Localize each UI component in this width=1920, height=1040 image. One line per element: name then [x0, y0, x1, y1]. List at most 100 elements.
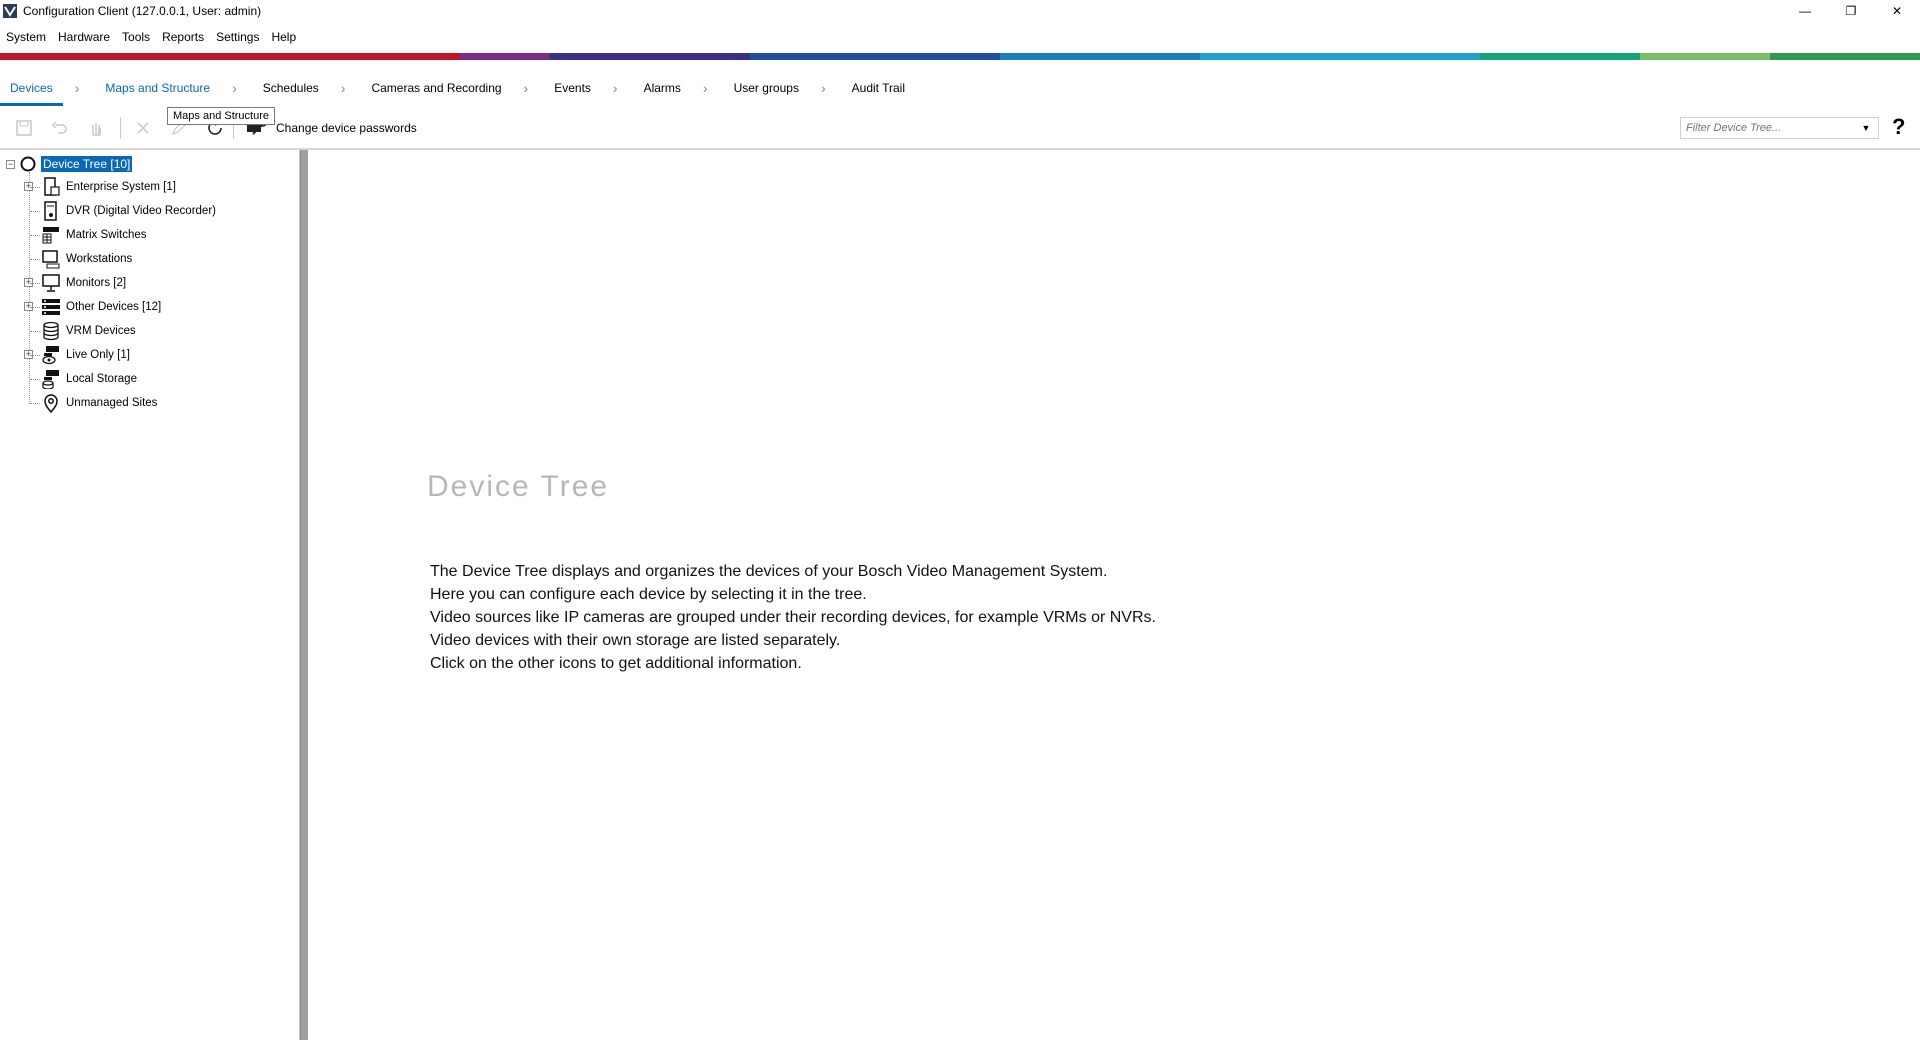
device-tree-icon: [20, 156, 36, 172]
close-button[interactable]: ✕: [1874, 0, 1920, 22]
brand-color-stripe: [0, 53, 1920, 60]
restore-button[interactable]: ❐: [1828, 0, 1874, 22]
enterprise-system-icon: [40, 176, 62, 198]
description-line: Click on the other icons to get addition…: [430, 655, 802, 672]
tree-connector: [30, 187, 40, 188]
save-icon: [16, 120, 32, 136]
tree-node-dvr[interactable]: DVR (Digital Video Recorder): [24, 199, 216, 223]
filter-device-tree[interactable]: ▼: [1680, 117, 1879, 139]
other-devices-icon: [40, 296, 62, 318]
description-line: The Device Tree displays and organizes t…: [430, 563, 1108, 580]
workstation-icon: [40, 248, 62, 270]
tab-events[interactable]: Events: [544, 70, 601, 106]
tab-label: Alarms: [643, 81, 681, 95]
menu-reports[interactable]: Reports: [156, 27, 210, 47]
tree-node-label: Live Only [1]: [66, 349, 130, 361]
workflow-tabs: Devices › Maps and Structure › Schedules…: [0, 70, 1920, 106]
minimize-button[interactable]: —: [1782, 0, 1828, 22]
tab-label: Audit Trail: [851, 81, 905, 95]
tree-connector: [30, 235, 40, 236]
tab-label: Cameras and Recording: [371, 81, 502, 95]
tab-maps-and-structure[interactable]: Maps and Structure: [95, 70, 220, 106]
restore-icon: ❐: [1845, 4, 1857, 18]
chevron-right-icon: ›: [820, 80, 826, 96]
vrm-devices-icon: [40, 320, 62, 342]
toolbar-divider: [120, 117, 121, 139]
filter-input[interactable]: [1681, 122, 1856, 134]
collapse-icon[interactable]: −: [6, 159, 15, 169]
matrix-switch-icon: [40, 224, 62, 246]
description-line: Video devices with their own storage are…: [430, 632, 841, 649]
tree-node-local-storage[interactable]: Local Storage: [24, 367, 137, 391]
tree-node-unmanaged-sites[interactable]: Unmanaged Sites: [24, 391, 157, 415]
tree-node-matrix-switches[interactable]: Matrix Switches: [24, 223, 147, 247]
tab-label: Schedules: [262, 81, 319, 95]
hand-icon: [92, 123, 101, 136]
tab-label: Devices: [10, 81, 53, 95]
stripe-segment: [460, 53, 550, 60]
tree-root[interactable]: − Device Tree [10]: [6, 155, 133, 173]
stripe-segment: [1200, 53, 1480, 60]
menu-settings[interactable]: Settings: [210, 27, 265, 47]
close-icon: ✕: [1891, 4, 1903, 18]
tree-connector: [30, 331, 40, 332]
tree-node-label: Enterprise System [1]: [66, 181, 176, 193]
change-passwords-label[interactable]: Change device passwords: [276, 121, 417, 135]
content-title: Device Tree: [427, 470, 610, 503]
tree-node-enterprise-system[interactable]: + Enterprise System [1]: [24, 175, 176, 199]
menu-hardware[interactable]: Hardware: [52, 27, 116, 47]
tab-user-groups[interactable]: User groups: [724, 70, 809, 106]
tree-root-label: Device Tree [10]: [41, 156, 133, 172]
dropdown-arrow-icon[interactable]: ▼: [1856, 123, 1876, 133]
stripe-segment: [1770, 53, 1920, 60]
tab-audit-trail[interactable]: Audit Trail: [842, 70, 915, 106]
chevron-right-icon: ›: [523, 80, 529, 96]
tab-label: User groups: [733, 81, 799, 95]
chevron-right-icon: ›: [74, 80, 80, 96]
unmanaged-sites-icon: [40, 392, 62, 414]
tab-alarms[interactable]: Alarms: [634, 70, 691, 106]
minimize-icon: —: [1799, 4, 1811, 18]
tree-connector: [30, 211, 40, 212]
tree-node-label: Monitors [2]: [66, 277, 127, 289]
tab-cameras-and-recording[interactable]: Cameras and Recording: [361, 70, 511, 106]
stripe-segment: [750, 53, 1000, 60]
tree-node-label: Matrix Switches: [66, 229, 147, 241]
tooltip: Maps and Structure: [167, 107, 275, 125]
stripe-segment: [550, 53, 750, 60]
menu-system[interactable]: System: [0, 27, 52, 47]
stripe-segment: [1480, 53, 1640, 60]
tree-node-workstations[interactable]: Workstations: [24, 247, 132, 271]
tree-connector: [30, 355, 40, 356]
stripe-segment: [1640, 53, 1770, 60]
tree-node-label: DVR (Digital Video Recorder): [66, 205, 216, 217]
tab-schedules[interactable]: Schedules: [253, 70, 329, 106]
tab-label: Events: [554, 81, 591, 95]
description-line: Here you can configure each device by se…: [430, 586, 867, 603]
tree-connector: [30, 259, 40, 260]
tree-node-other-devices[interactable]: + Other Devices [12]: [24, 295, 161, 319]
tree-node-label: Local Storage: [66, 373, 137, 385]
window-title: Configuration Client (127.0.0.1, User: a…: [23, 4, 262, 18]
menu-tools[interactable]: Tools: [116, 27, 156, 47]
tree-connector: [30, 283, 40, 284]
toolbar: Change device passwords: [0, 112, 1920, 144]
tab-devices[interactable]: Devices: [0, 70, 63, 106]
local-storage-icon: [40, 368, 62, 390]
tree-node-vrm-devices[interactable]: VRM Devices: [24, 319, 136, 343]
app-icon: [3, 4, 17, 18]
undo-button[interactable]: [46, 114, 74, 142]
help-icon[interactable]: ?: [1892, 114, 1905, 140]
delete-button[interactable]: [129, 114, 157, 142]
hand-button[interactable]: [82, 114, 110, 142]
chevron-right-icon: ›: [232, 80, 237, 96]
chevron-right-icon: ›: [612, 80, 618, 96]
tree-connector: [30, 379, 40, 380]
panel-splitter[interactable]: [300, 150, 308, 1040]
tree-connector: [30, 403, 40, 404]
chevron-right-icon: ›: [340, 80, 346, 96]
menu-help[interactable]: Help: [265, 27, 302, 47]
description-line: Video sources like IP cameras are groupe…: [430, 609, 1156, 626]
tree-connector: [30, 307, 40, 308]
save-button[interactable]: [10, 114, 38, 142]
